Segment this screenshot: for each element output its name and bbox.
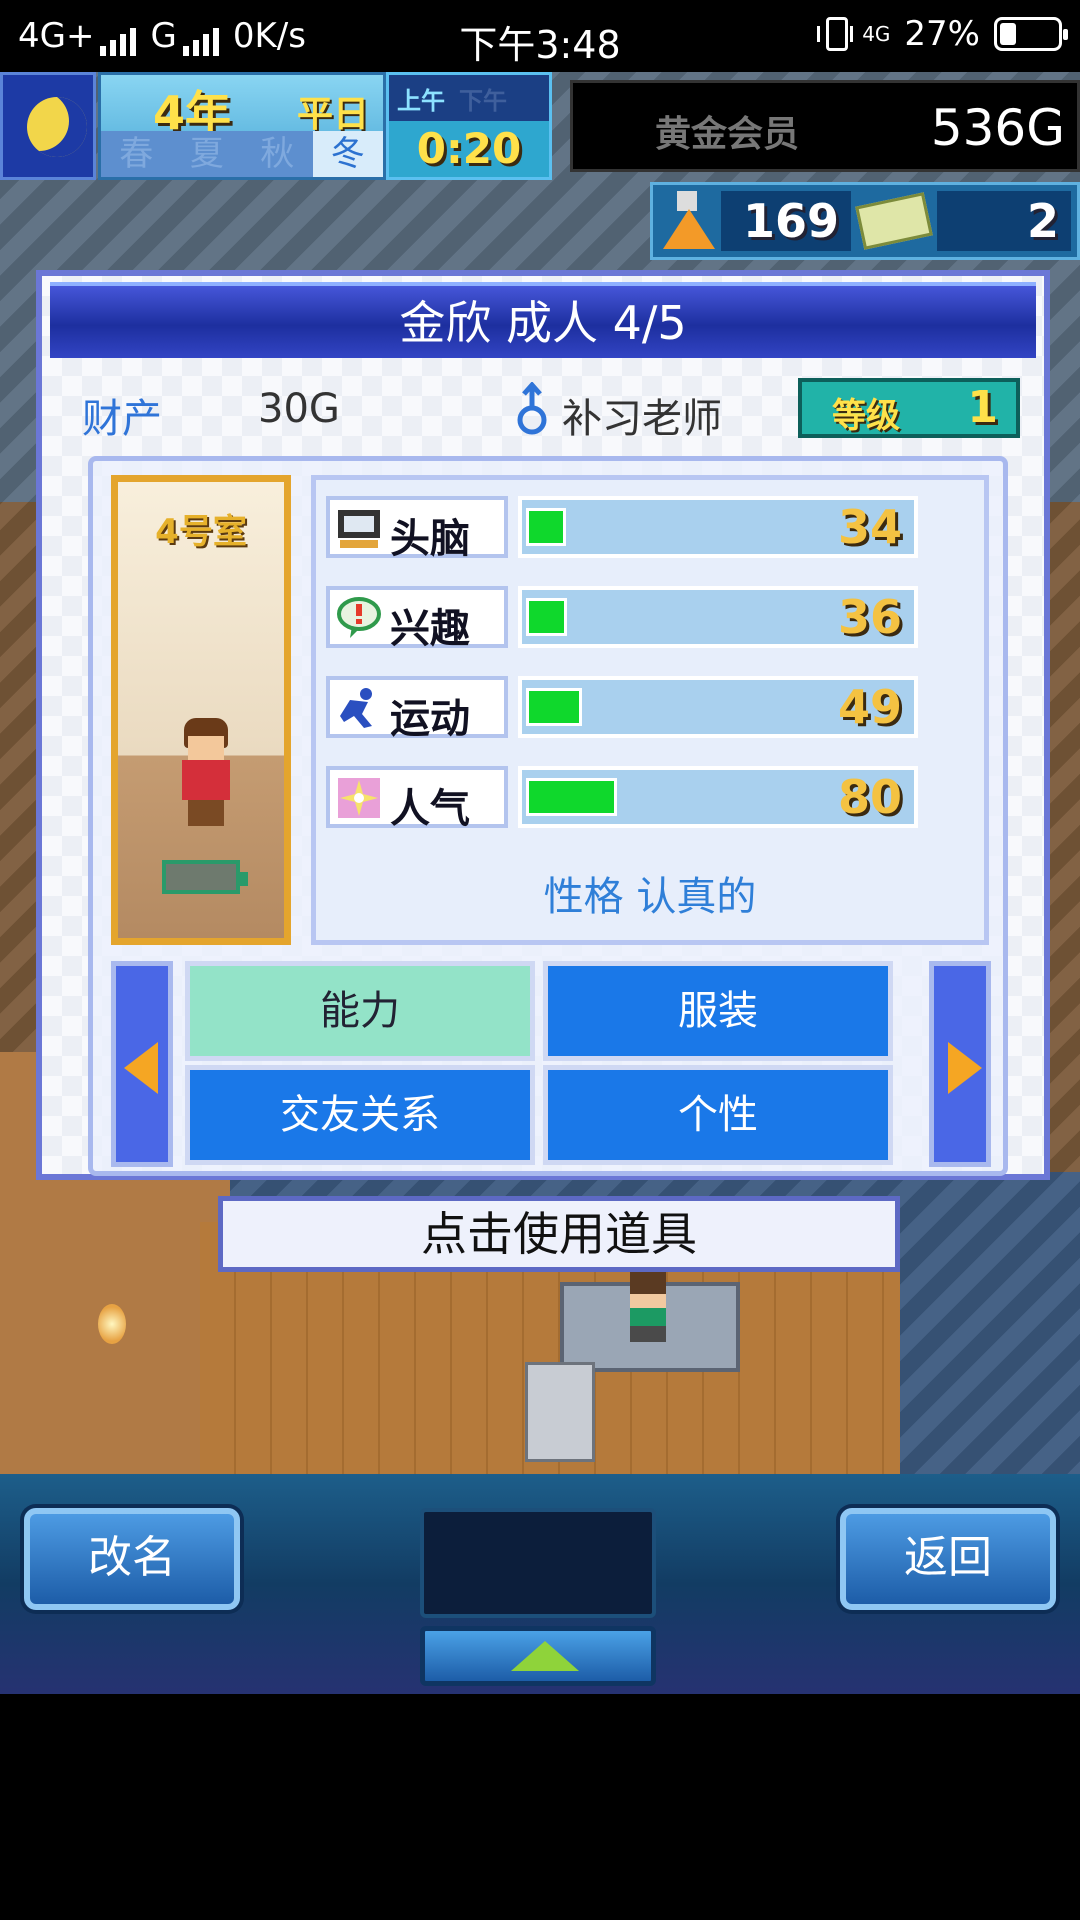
stat-value: 36 (837, 590, 902, 644)
stat-value: 49 (837, 680, 902, 734)
stat-name: 兴趣 (390, 606, 470, 652)
up-arrow-icon (511, 1641, 579, 1671)
male-gender-icon (517, 382, 547, 435)
battery-icon (994, 17, 1068, 51)
stat-name: 人气 (390, 786, 470, 832)
stamina-battery-icon (162, 860, 248, 894)
season-autumn: 秋 (260, 134, 295, 174)
center-display-panel (420, 1508, 656, 1618)
stat-row-brain: 头脑 34 (326, 496, 966, 562)
tab-bar: 能力 服装 交友关系 个性 (111, 961, 991, 1171)
back-button[interactable]: 返回 (840, 1508, 1056, 1610)
season-summer: 夏 (189, 134, 224, 174)
interest-bubble-icon (337, 597, 381, 638)
character-sprite (176, 718, 236, 828)
job-title: 补习老师 (562, 396, 722, 442)
personality-label: 性格 认真的 (543, 874, 757, 920)
rename-button[interactable]: 改名 (24, 1508, 240, 1610)
level-label: 等级 (832, 396, 900, 436)
lamp-furniture (98, 1304, 126, 1344)
top-hud: 4年 平日 春 夏 秋 冬 上午 下午 0:20 黄金会员 536G (0, 72, 1080, 182)
expand-menu-button[interactable] (420, 1626, 656, 1686)
prev-page-button[interactable] (111, 961, 173, 1167)
time-display: 上午 下午 0:20 (386, 72, 552, 180)
battery-percent: 27% (904, 14, 980, 54)
flask-icon (661, 191, 721, 251)
season-indicator: 春 夏 秋 冬 (101, 131, 383, 177)
stat-bar: 34 (518, 496, 918, 558)
system-icons: 4G 27% (817, 14, 1068, 54)
season-winter: 冬 (312, 131, 383, 177)
stat-bar-fill (526, 598, 567, 636)
next-page-button[interactable] (929, 961, 991, 1167)
character-info-row: 财产 30G 补习老师 等级 1 (82, 378, 1024, 442)
ticket-count: 2 (937, 191, 1071, 251)
popularity-sparkle-icon (338, 778, 380, 818)
locker-furniture (525, 1362, 595, 1462)
stat-row-interest: 兴趣 36 (326, 586, 966, 652)
stat-bar-fill (526, 778, 617, 816)
weekday-label: 平日 (296, 94, 369, 135)
game-clock: 0:20 (389, 121, 549, 177)
am-label: 上午 (397, 87, 445, 115)
stat-row-popularity: 人气 80 (326, 766, 966, 832)
stat-bar-fill (526, 508, 566, 546)
tab-personality[interactable]: 个性 (543, 1065, 893, 1165)
ampm-indicator: 上午 下午 (397, 81, 507, 116)
resource-bar: 169 2 (650, 182, 1080, 260)
ticket-icon (855, 192, 933, 250)
brain-computer-icon (338, 510, 380, 548)
stat-name: 运动 (390, 696, 470, 742)
gold-amount: 536G (930, 99, 1065, 157)
night-moon-icon (0, 72, 96, 180)
stat-bar: 36 (518, 586, 918, 648)
stat-bar: 49 (518, 676, 918, 738)
stat-bar: 80 (518, 766, 918, 828)
research-points: 169 (721, 191, 851, 251)
stat-value: 80 (837, 770, 902, 824)
status-bar: 4G+ G 0K/s 下午3:48 4G 27% (0, 0, 1080, 72)
tab-ability[interactable]: 能力 (185, 961, 535, 1061)
tab-clothing[interactable]: 服装 (543, 961, 893, 1061)
vip-label: 黄金会员 (655, 114, 800, 155)
stat-row-sports: 运动 49 (326, 676, 966, 742)
panel-inner: 4号室 头脑 34 兴趣 36 运动 49 人气 80 性格 认真的 能力 服装… (88, 456, 1008, 1176)
left-arrow-icon (124, 1042, 158, 1094)
mobile-data-icon: 4G (862, 22, 891, 46)
bottom-bar: 改名 返回 (0, 1474, 1080, 1694)
sports-runner-icon (340, 688, 372, 728)
room-portrait: 4号室 (111, 475, 291, 945)
level-value: 1 (967, 382, 998, 433)
money-display: 黄金会员 536G (570, 80, 1080, 172)
stat-value: 34 (837, 500, 902, 554)
character-panel: 金欣 成人 4/5 财产 30G 补习老师 等级 1 4号室 头脑 34 兴趣 … (36, 270, 1050, 1180)
tab-relationships[interactable]: 交友关系 (185, 1065, 535, 1165)
stats-panel: 头脑 34 兴趣 36 运动 49 人气 80 性格 认真的 (311, 475, 989, 945)
panel-title: 金欣 成人 4/5 (50, 282, 1036, 358)
vibrate-icon (817, 17, 854, 51)
assets-label: 财产 (82, 396, 162, 442)
use-item-button[interactable]: 点击使用道具 (218, 1196, 900, 1272)
stat-bar-fill (526, 688, 582, 726)
date-display: 4年 平日 春 夏 秋 冬 (98, 72, 386, 180)
season-spring: 春 (119, 134, 154, 174)
level-badge: 等级 1 (798, 378, 1020, 438)
right-arrow-icon (948, 1042, 982, 1094)
student-sprite[interactable] (630, 1272, 666, 1342)
pm-label: 下午 (459, 87, 507, 115)
room-label: 4号室 (155, 512, 247, 552)
stat-name: 头脑 (390, 516, 470, 562)
assets-value: 30G (258, 386, 340, 432)
